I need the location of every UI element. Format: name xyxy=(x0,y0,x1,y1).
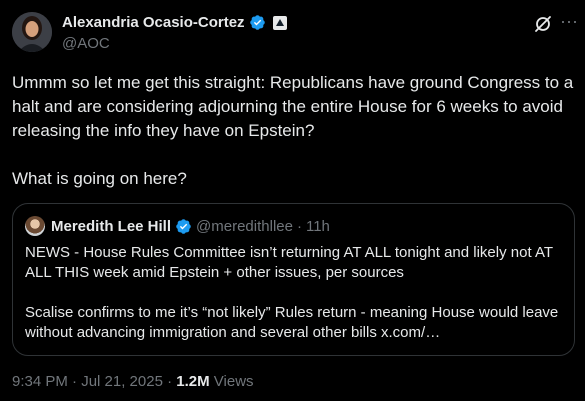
government-affiliation-icon xyxy=(272,15,287,30)
quoted-author-avatar xyxy=(25,216,45,236)
quoted-separator: · xyxy=(296,218,302,235)
views-count: 1.2M xyxy=(176,373,210,390)
author-name-row: Alexandria Ocasio-Cortez xyxy=(62,14,287,31)
tweet: Alexandria Ocasio-Cortez @AOC ··· Ummm s… xyxy=(0,0,585,401)
tweet-paragraph: Ummm so let me get this straight: Republ… xyxy=(12,73,574,140)
quoted-author-name: Meredith Lee Hill xyxy=(51,218,172,235)
author-avatar[interactable] xyxy=(12,12,52,52)
tweet-text: Ummm so let me get this straight: Republ… xyxy=(12,71,577,191)
tweet-paragraph: What is going on here? xyxy=(12,169,187,188)
more-options-icon[interactable]: ··· xyxy=(558,12,580,34)
tweet-meta: 9:34 PM · Jul 21, 2025 · 1.2M Views xyxy=(12,373,254,390)
quoted-verified-badge-icon xyxy=(175,218,192,235)
quoted-timestamp: 11h xyxy=(305,218,330,235)
quoted-paragraph: NEWS - House Rules Committee isn’t retur… xyxy=(25,244,553,281)
author-name[interactable]: Alexandria Ocasio-Cortez xyxy=(62,14,245,31)
quoted-tweet-card[interactable]: Meredith Lee Hill @meredithllee · 11h NE… xyxy=(12,203,575,356)
author-handle[interactable]: @AOC xyxy=(62,35,110,52)
views-label: Views xyxy=(209,373,254,390)
grok-icon[interactable] xyxy=(533,14,553,34)
quoted-author-handle: @meredithllee xyxy=(196,218,293,235)
tweet-timestamp[interactable]: 9:34 PM · Jul 21, 2025 · xyxy=(12,373,176,390)
quoted-tweet-text: NEWS - House Rules Committee isn’t retur… xyxy=(25,243,565,343)
verified-badge-icon xyxy=(249,14,266,31)
quoted-tweet-header: Meredith Lee Hill @meredithllee · 11h xyxy=(51,218,330,235)
quoted-paragraph: Scalise confirms to me it’s “not likely”… xyxy=(25,304,559,341)
